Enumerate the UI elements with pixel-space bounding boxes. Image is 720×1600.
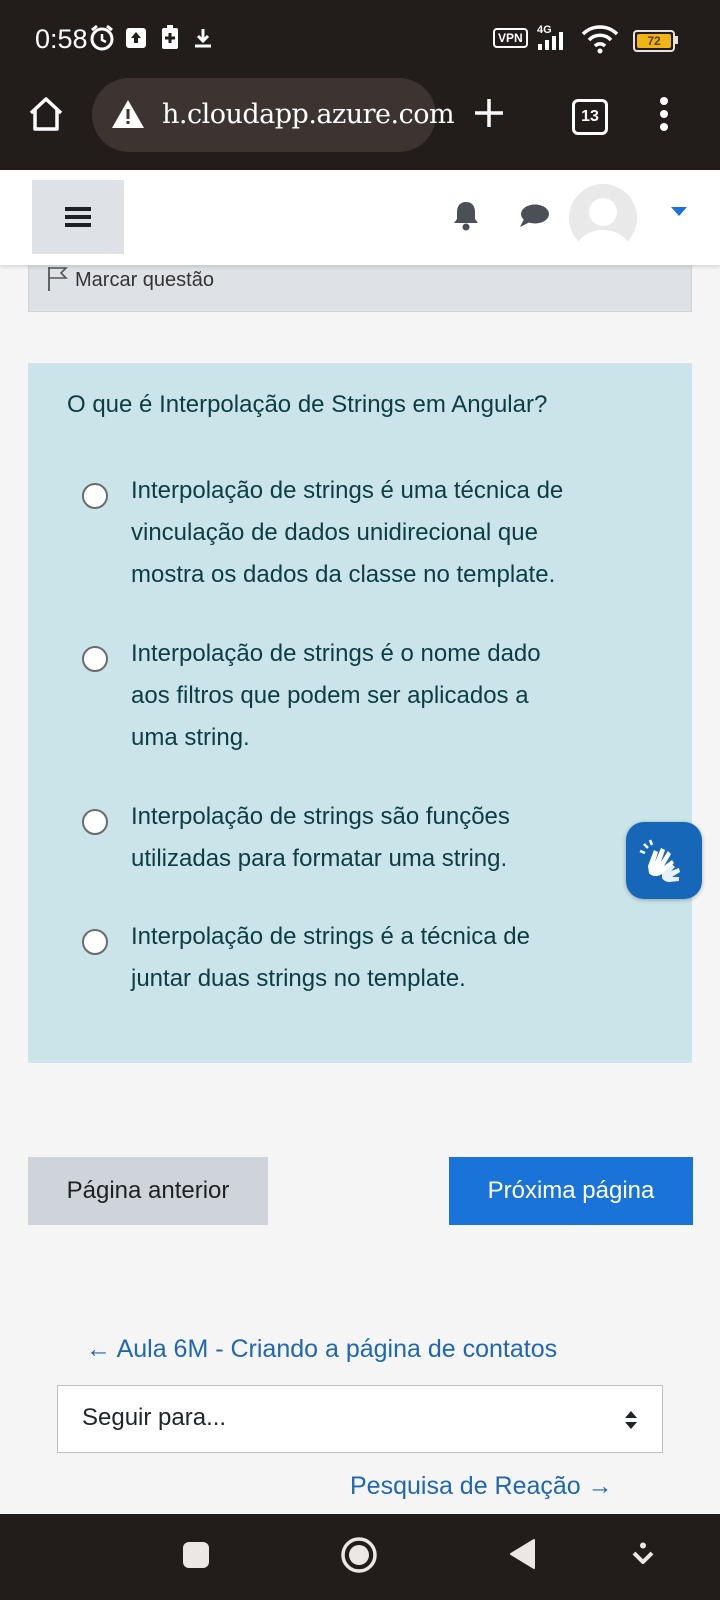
tabs-button[interactable]: 13 [572,99,608,135]
answer-option-label[interactable]: Interpolação de strings é a técnica de j… [131,916,651,1000]
alarm-icon [90,24,114,51]
answer-line: Interpolação de strings é a técnica de [131,923,530,950]
question-text: O que é Interpolação de Strings em Angul… [67,391,548,418]
radio-button[interactable] [82,483,108,509]
battery-level: 72 [647,34,661,48]
home-nav-icon[interactable] [340,1536,378,1574]
url-text[interactable]: h.cloudapp.azure.com [162,99,455,130]
upload-icon [126,28,146,48]
signal-icon [538,32,563,50]
flag-question-bar[interactable]: Marcar questão [28,260,692,312]
answer-option-label[interactable]: Interpolação de strings é uma técnica de… [131,470,651,596]
status-bar: 0:58 VPN 4G 72 [0,0,720,76]
answer-line: utilizadas para formatar uma string. [131,845,508,872]
answer-line: Interpolação de strings é o nome dado [131,640,541,667]
answer-option-label[interactable]: Interpolação de strings é o nome dado ao… [131,633,651,759]
flag-label[interactable]: Marcar questão [75,269,214,292]
previous-page-button[interactable]: Página anterior [28,1157,268,1225]
battery-icon: 72 [633,30,675,52]
select-updown-icon [625,1411,637,1429]
question-box: O que é Interpolação de Strings em Angul… [28,363,692,1063]
sign-language-icon [639,839,680,882]
hamburger-button[interactable] [32,180,124,254]
back-icon[interactable] [508,1538,536,1570]
tab-count: 13 [581,108,599,125]
battery-tip [675,36,678,44]
answer-line: mostra os dados da classe no template. [131,561,556,588]
previous-activity-link[interactable]: ← Aula 6M - Criando a página de contatos [86,1335,557,1364]
url-bar[interactable]: h.cloudapp.azure.com [92,78,455,152]
app-header [0,170,720,265]
battery-saver-icon [162,25,178,49]
hamburger-icon [65,207,91,227]
answer-line: Interpolação de strings são funções [131,803,510,830]
caret-down-icon[interactable] [671,207,687,217]
next-page-button[interactable]: Próxima página [449,1157,693,1225]
answer-line: aos filtros que podem ser aplicados a [131,682,529,709]
answer-line: vinculação de dados unidirecional que [131,519,538,546]
menu-dots-icon[interactable] [657,96,671,132]
jump-to-select[interactable]: Seguir para... [57,1385,663,1453]
sign-language-widget-button[interactable] [626,822,702,899]
radio-button[interactable] [82,929,108,955]
avatar[interactable] [569,184,637,252]
recents-icon[interactable] [182,1541,210,1569]
new-tab-icon[interactable] [473,97,505,129]
wifi-icon [581,25,619,54]
vpn-badge: VPN [493,28,528,48]
chat-icon[interactable] [518,203,550,229]
home-icon[interactable] [27,95,65,133]
radio-button[interactable] [82,646,108,672]
answer-line: juntar duas strings no template. [131,965,466,992]
warning-icon[interactable] [110,98,146,130]
system-nav-bar [0,1514,720,1600]
answer-line: Interpolação de strings é uma técnica de [131,477,564,504]
status-time: 0:58 [35,24,88,54]
radio-button[interactable] [82,809,108,835]
flag-icon [48,267,68,291]
answer-option-label[interactable]: Interpolação de strings são funções util… [131,796,651,880]
answer-line: uma string. [131,724,250,751]
next-activity-link[interactable]: Pesquisa de Reação → [350,1472,613,1501]
jump-to-value: Seguir para... [82,1404,227,1431]
user-avatar-icon [575,198,631,252]
bell-icon[interactable] [452,199,480,231]
browser-toolbar: h.cloudapp.azure.com 13 [0,76,720,170]
download-icon [195,29,211,48]
keyboard-hide-icon[interactable] [632,1542,654,1568]
